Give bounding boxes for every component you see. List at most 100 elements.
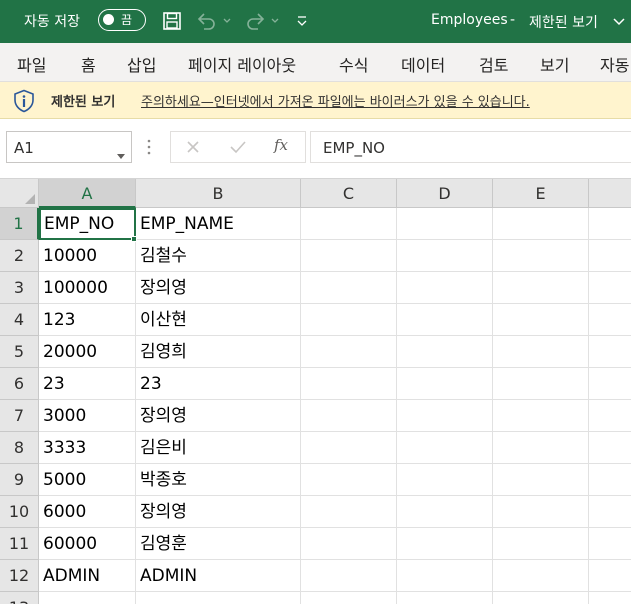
enter-icon[interactable]: [229, 139, 247, 159]
cancel-icon[interactable]: [185, 139, 201, 159]
cell-a2[interactable]: 10000: [39, 240, 136, 272]
cell-f13[interactable]: [589, 592, 631, 604]
chevron-down-icon[interactable]: [612, 14, 626, 33]
tab-insert[interactable]: 삽입: [127, 52, 156, 76]
cell-d5[interactable]: [397, 336, 493, 368]
cell-d4[interactable]: [397, 304, 493, 336]
cell-b8[interactable]: 김은비: [136, 432, 301, 464]
cell-a7[interactable]: 3000: [39, 400, 136, 432]
row-header-10[interactable]: 10: [0, 496, 39, 528]
cell-f5[interactable]: [589, 336, 631, 368]
redo-dropdown-icon[interactable]: [270, 10, 280, 32]
tab-page-layout[interactable]: 페이지 레이아웃: [188, 52, 296, 76]
cell-c10[interactable]: [301, 496, 397, 528]
cell-c6[interactable]: [301, 368, 397, 400]
cell-c2[interactable]: [301, 240, 397, 272]
row-header-8[interactable]: 8: [0, 432, 39, 464]
save-icon[interactable]: [162, 10, 182, 32]
tab-data[interactable]: 데이터: [401, 52, 445, 76]
cell-d11[interactable]: [397, 528, 493, 560]
fill-handle[interactable]: [131, 236, 137, 242]
cell-e9[interactable]: [493, 464, 589, 496]
chevron-down-icon[interactable]: [117, 145, 125, 164]
column-header-c[interactable]: C: [301, 179, 397, 208]
cell-c13[interactable]: [301, 592, 397, 604]
cell-c9[interactable]: [301, 464, 397, 496]
more-options-icon[interactable]: [147, 139, 151, 159]
cell-e2[interactable]: [493, 240, 589, 272]
cell-b10[interactable]: 장의영: [136, 496, 301, 528]
cell-e12[interactable]: [493, 560, 589, 592]
cell-e7[interactable]: [493, 400, 589, 432]
cell-d2[interactable]: [397, 240, 493, 272]
cell-f7[interactable]: [589, 400, 631, 432]
cell-e4[interactable]: [493, 304, 589, 336]
column-header-a[interactable]: A: [39, 179, 136, 208]
cell-c8[interactable]: [301, 432, 397, 464]
undo-dropdown-icon[interactable]: [222, 10, 232, 32]
tab-automate[interactable]: 자동: [600, 52, 629, 76]
cell-f12[interactable]: [589, 560, 631, 592]
cell-b5[interactable]: 김영희: [136, 336, 301, 368]
autosave-toggle[interactable]: 끔: [98, 9, 146, 31]
cell-a3[interactable]: 100000: [39, 272, 136, 304]
cell-e5[interactable]: [493, 336, 589, 368]
cell-a10[interactable]: 6000: [39, 496, 136, 528]
cell-c5[interactable]: [301, 336, 397, 368]
cell-c11[interactable]: [301, 528, 397, 560]
cell-c1[interactable]: [301, 208, 397, 240]
row-header-2[interactable]: 2: [0, 240, 39, 272]
customize-qat-icon[interactable]: [296, 10, 308, 32]
column-header-f[interactable]: [589, 179, 631, 208]
cell-a1[interactable]: EMP_NO: [39, 208, 136, 240]
row-header-6[interactable]: 6: [0, 368, 39, 400]
cell-f9[interactable]: [589, 464, 631, 496]
cell-c4[interactable]: [301, 304, 397, 336]
cell-f1[interactable]: [589, 208, 631, 240]
name-box[interactable]: A1: [6, 131, 132, 163]
cell-c12[interactable]: [301, 560, 397, 592]
cell-a8[interactable]: 3333: [39, 432, 136, 464]
cell-f6[interactable]: [589, 368, 631, 400]
row-header-9[interactable]: 9: [0, 464, 39, 496]
row-header-7[interactable]: 7: [0, 400, 39, 432]
row-header-3[interactable]: 3: [0, 272, 39, 304]
cell-b2[interactable]: 김철수: [136, 240, 301, 272]
cell-b9[interactable]: 박종호: [136, 464, 301, 496]
cell-d8[interactable]: [397, 432, 493, 464]
row-header-1[interactable]: 1: [0, 208, 39, 240]
cell-d10[interactable]: [397, 496, 493, 528]
cell-d1[interactable]: [397, 208, 493, 240]
tab-home[interactable]: 홈: [81, 52, 96, 76]
cell-b7[interactable]: 장의영: [136, 400, 301, 432]
cell-d9[interactable]: [397, 464, 493, 496]
select-all-button[interactable]: [0, 179, 39, 208]
cell-c3[interactable]: [301, 272, 397, 304]
cell-d7[interactable]: [397, 400, 493, 432]
cell-b3[interactable]: 장의영: [136, 272, 301, 304]
column-header-d[interactable]: D: [397, 179, 493, 208]
cell-d12[interactable]: [397, 560, 493, 592]
tab-formulas[interactable]: 수식: [339, 52, 368, 76]
row-header-12[interactable]: 12: [0, 560, 39, 592]
tab-file[interactable]: 파일: [17, 52, 46, 76]
cell-a12[interactable]: ADMIN: [39, 560, 136, 592]
cell-e8[interactable]: [493, 432, 589, 464]
tab-view[interactable]: 보기: [540, 52, 569, 76]
insert-function-icon[interactable]: fx: [274, 136, 288, 154]
cell-e6[interactable]: [493, 368, 589, 400]
cell-a11[interactable]: 60000: [39, 528, 136, 560]
cell-f10[interactable]: [589, 496, 631, 528]
cell-e10[interactable]: [493, 496, 589, 528]
cell-a9[interactable]: 5000: [39, 464, 136, 496]
cell-d13[interactable]: [397, 592, 493, 604]
formula-input[interactable]: EMP_NO: [310, 131, 631, 163]
cell-a4[interactable]: 123: [39, 304, 136, 336]
cell-f3[interactable]: [589, 272, 631, 304]
cell-a6[interactable]: 23: [39, 368, 136, 400]
row-header-5[interactable]: 5: [0, 336, 39, 368]
cell-b1[interactable]: EMP_NAME: [136, 208, 301, 240]
row-header-4[interactable]: 4: [0, 304, 39, 336]
cell-f8[interactable]: [589, 432, 631, 464]
cell-e3[interactable]: [493, 272, 589, 304]
